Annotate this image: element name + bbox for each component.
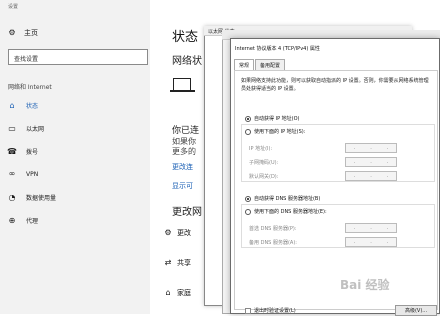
manual-ip-radio[interactable]: 使用下面的 IP 地址(S): [245, 128, 305, 135]
dialog-description: 如果网络支持此功能，则可以获取自动指派的 IP 设置。否则，你需要从网络系统管理… [241, 78, 429, 92]
manual-dns-label: 使用下面的 DNS 服务器地址(E): [254, 209, 327, 215]
dialog-title: Internet 协议版本 4 (TCP/IPv4) 属性 [235, 46, 320, 52]
auto-ip-radio[interactable]: 自动获得 IP 地址(O) [245, 115, 300, 122]
ip-address-field[interactable]: ... [345, 143, 397, 153]
sidebar-item-label: 状态 [26, 103, 39, 110]
homegroup-icon: ⌂ [165, 288, 171, 297]
manual-dns-radio[interactable]: 使用下面的 DNS 服务器地址(E): [245, 208, 327, 215]
search-placeholder: 查找设置 [14, 56, 39, 63]
sidebar-item-label: 拨号 [26, 149, 39, 156]
monitor-icon: ▭ [8, 123, 16, 133]
tab-alternate[interactable]: 备用配置 [255, 59, 286, 70]
alternate-dns-field[interactable]: ... [345, 237, 397, 247]
window-title: 设置 [8, 4, 19, 10]
laptop-icon [173, 78, 191, 90]
auto-dns-radio[interactable]: 自动获得 DNS 服务器地址(B) [245, 195, 320, 202]
sharing-icon: ⇄ [164, 258, 172, 267]
settings-sidebar: 设置 ⚙ 主页 查找设置 网络和 Internet ⌂ 状态 ▭ 以太网 ☎ 拨… [0, 0, 150, 314]
sidebar-item-label: 代理 [26, 218, 39, 225]
subnet-mask-label: 子网掩码(U): [249, 160, 279, 166]
ipv4-properties-dialog: Internet 协议版本 4 (TCP/IPv4) 属性 常规 备用配置 如果… [230, 38, 440, 316]
manual-ip-label: 使用下面的 IP 地址(S): [254, 129, 306, 135]
sidebar-home[interactable]: ⚙ 主页 [8, 28, 38, 38]
home-label: 主页 [24, 29, 38, 37]
sidebar-item-label: 以太网 [26, 126, 45, 133]
checkbox-box [245, 307, 251, 314]
gear-icon: ⚙ [8, 28, 16, 37]
gateway-label: 默认网关(D): [249, 174, 279, 180]
auto-dns-label: 自动获得 DNS 服务器地址(B) [254, 196, 321, 202]
validate-checkbox[interactable]: 退出时验证设置(L) [245, 307, 296, 314]
phone-icon: ☎ [7, 146, 17, 156]
radio-selected [245, 195, 251, 202]
sidebar-item-data-usage[interactable]: ◔ 数据使用量 [8, 192, 57, 202]
subnet-mask-field[interactable]: ... [345, 157, 397, 167]
home-status-icon: ⌂ [9, 100, 15, 110]
radio-unselected [245, 208, 251, 215]
sidebar-item-label: VPN [26, 170, 39, 178]
info-text-2: 更多的 [172, 147, 196, 156]
change-connection-link[interactable]: 更改连 [172, 162, 193, 172]
alternate-dns-label: 备用 DNS 服务器(A): [249, 240, 297, 246]
preferred-dns-field[interactable]: ... [345, 223, 397, 233]
advanced-button[interactable]: 高级(V)... [395, 305, 437, 316]
change-network-heading: 更改网 [172, 207, 202, 218]
data-usage-icon: ◔ [8, 192, 16, 202]
sidebar-item-dialup[interactable]: ☎ 拨号 [7, 146, 39, 156]
sidebar-item-vpn[interactable]: ∞ VPN [8, 169, 39, 178]
sidebar-item-status[interactable]: ⌂ 状态 [8, 101, 38, 110]
show-available-link[interactable]: 显示可 [172, 181, 193, 191]
sidebar-item-ethernet[interactable]: ▭ 以太网 [8, 124, 44, 133]
ip-address-label: IP 地址(I): [249, 146, 273, 152]
preferred-dns-label: 首选 DNS 服务器(P): [249, 226, 297, 232]
watermark: Bai 经验 [340, 278, 390, 292]
connected-text: 你已连 [172, 126, 200, 136]
option-homegroup[interactable]: ⌂ 家庭 [164, 288, 191, 298]
gateway-field[interactable]: ... [345, 171, 397, 181]
option-label: 共享 [177, 259, 191, 267]
section-label: 网络和 Internet [8, 84, 52, 91]
laptop-base [170, 90, 195, 92]
option-adapter[interactable]: ⚙ 更改 [164, 228, 191, 238]
page-title: 状态 [172, 30, 199, 45]
adapter-icon: ⚙ [164, 228, 172, 237]
auto-ip-label: 自动获得 IP 地址(O) [254, 116, 300, 122]
radio-selected [245, 115, 251, 122]
general-panel: 如果网络支持此功能，则可以获取自动指派的 IP 设置。否则，你需要从网络系统管理… [234, 70, 438, 316]
vpn-icon: ∞ [8, 169, 16, 178]
option-label: 更改 [177, 229, 191, 237]
validate-label: 退出时验证设置(L) [254, 308, 296, 314]
search-input[interactable]: 查找设置 [8, 49, 148, 65]
option-label: 家庭 [177, 289, 191, 297]
sidebar-item-proxy[interactable]: ⊕ 代理 [8, 216, 38, 225]
dialog-tabs: 常规 备用配置 [234, 59, 286, 70]
option-sharing[interactable]: ⇄ 共享 [164, 258, 191, 268]
network-status-heading: 网络状 [172, 56, 202, 67]
tab-general[interactable]: 常规 [234, 59, 255, 70]
sidebar-item-label: 数据使用量 [26, 195, 57, 202]
radio-unselected [245, 128, 251, 135]
globe-icon: ⊕ [8, 215, 16, 225]
